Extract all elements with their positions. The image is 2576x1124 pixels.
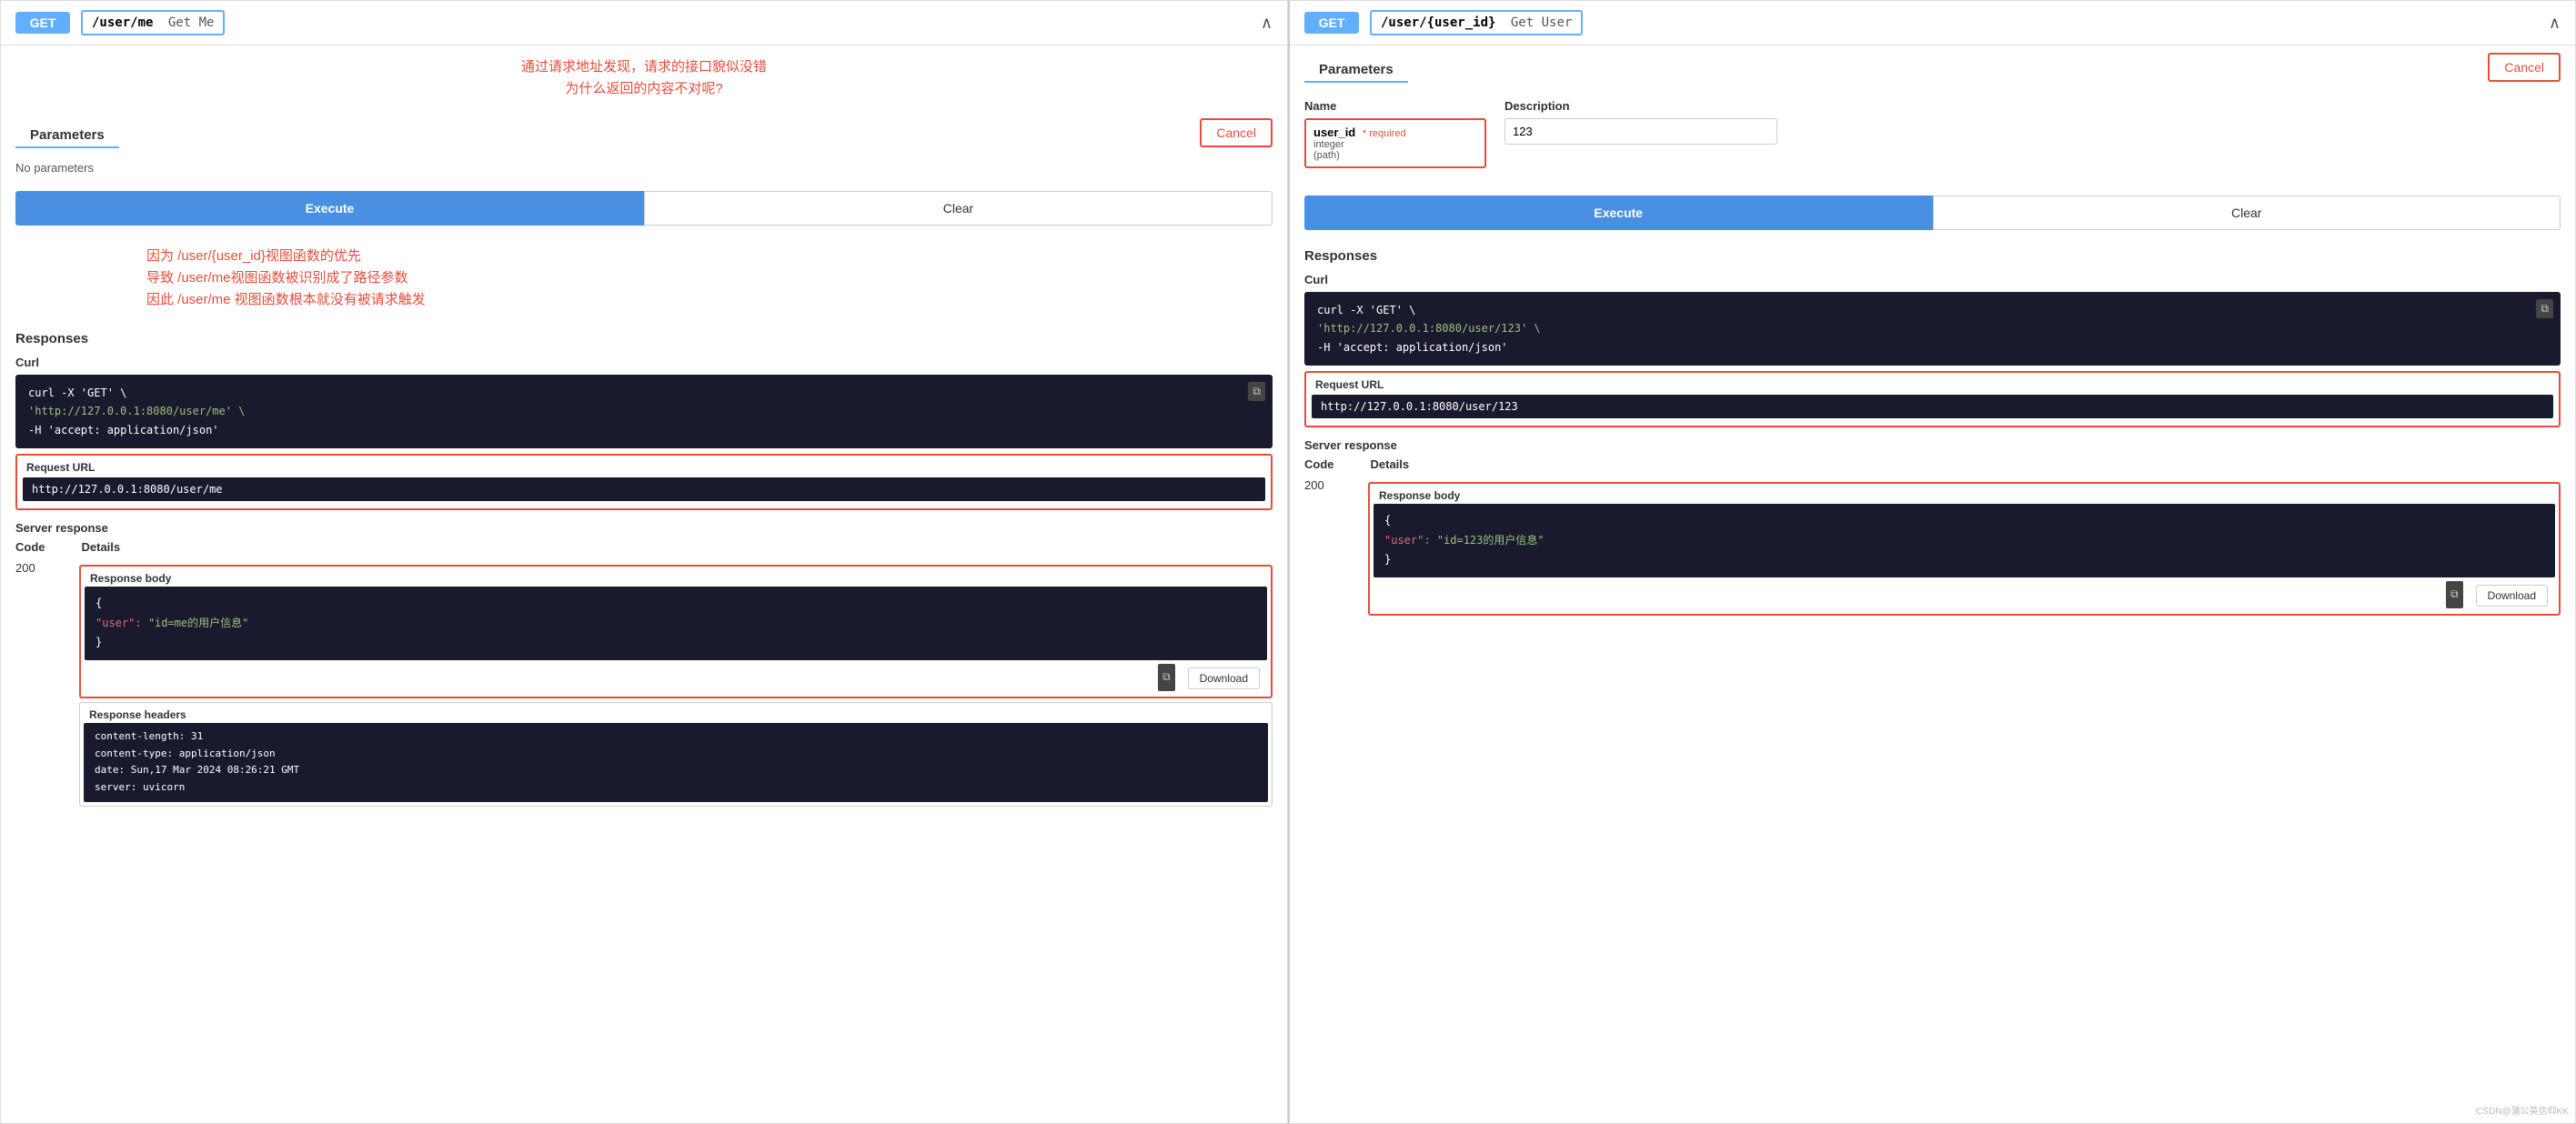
right-path-main: /user/{user_id}	[1381, 15, 1495, 30]
right-param-name-cell: user_id * required integer (path)	[1304, 118, 1486, 168]
left-response-code: 200	[15, 561, 52, 575]
right-request-url-label: Request URL	[1306, 376, 2559, 393]
right-name-col: Name	[1304, 99, 1486, 113]
right-execute-button[interactable]: Execute	[1304, 196, 1933, 230]
right-cancel-button[interactable]: Cancel	[2488, 53, 2561, 82]
right-copy-curl-button[interactable]: ⧉	[2536, 299, 2553, 318]
left-cancel-button[interactable]: Cancel	[1200, 118, 1273, 147]
right-param-input-cell	[1504, 118, 1777, 145]
right-btn-section: Execute Clear	[1290, 196, 2575, 230]
right-request-url-box: Request URL http://127.0.0.1:8080/user/1…	[1304, 371, 2561, 427]
right-panel: GET /user/{user_id} Get User ∧ Parameter…	[1288, 0, 2576, 1124]
right-param-table: Name Description user_id * required inte…	[1304, 88, 2561, 183]
right-response-code: 200	[1304, 478, 1341, 492]
right-response-body-label: Response body	[1374, 487, 2555, 504]
left-endpoint-header: GET /user/me Get Me ∧	[1, 1, 1287, 45]
left-clear-button[interactable]: Clear	[644, 191, 1273, 226]
left-body-action-row: ⧉ Download	[85, 660, 1267, 693]
left-execute-button[interactable]: Execute	[15, 191, 644, 226]
right-param-type: integer	[1313, 139, 1477, 150]
right-param-name-box: user_id * required integer (path)	[1304, 118, 1486, 168]
left-params-row: Parameters Cancel	[1, 111, 1287, 154]
left-collapse-button[interactable]: ∧	[1261, 14, 1273, 33]
right-param-required: * required	[1363, 128, 1406, 139]
right-path-desc: Get User	[1511, 15, 1572, 30]
left-btn-section: Execute Clear	[1, 191, 1287, 226]
left-responses-title: Responses	[1, 322, 1287, 350]
right-param-location: (path)	[1313, 150, 1477, 161]
right-copy-response-button[interactable]: ⧉	[2446, 581, 2463, 608]
right-response-details: Response body { "user": "id=123的用户信息" } …	[1368, 478, 2561, 619]
right-desc-col: Description	[1504, 99, 2561, 113]
left-request-url-box: Request URL http://127.0.0.1:8080/user/m…	[15, 454, 1273, 510]
right-response-table-header: Code Details	[1290, 454, 2575, 475]
left-download-button[interactable]: Download	[1188, 667, 1260, 689]
right-responses-title: Responses	[1290, 239, 2575, 267]
left-annotation-top: 通过请求地址发现，请求的接口貌似没错 为什么返回的内容不对呢?	[1, 45, 1287, 111]
left-method-badge: GET	[15, 12, 70, 34]
left-curl-title: Curl	[1, 350, 1287, 371]
left-response-headers-box: Response headers content-length: 31 cont…	[79, 702, 1273, 807]
right-download-button[interactable]: Download	[2476, 585, 2548, 607]
left-request-url-label: Request URL	[17, 459, 1271, 476]
left-response-body-content: { "user": "id=me的用户信息" }	[85, 587, 1267, 660]
right-btn-row: Execute Clear	[1304, 196, 2561, 230]
left-response-row: 200 Response body { "user": "id=me的用户信息"…	[1, 557, 1287, 814]
left-response-headers-label: Response headers	[84, 707, 1268, 723]
right-user-id-input[interactable]	[1504, 118, 1777, 145]
right-response-body-content: { "user": "id=123的用户信息" }	[1374, 504, 2555, 577]
left-params-section: No parameters	[1, 154, 1287, 178]
right-params-row: Parameters Cancel	[1290, 45, 2575, 88]
right-endpoint-header: GET /user/{user_id} Get User ∧	[1290, 1, 2575, 45]
right-response-row: 200 Response body { "user": "id=123的用户信息…	[1290, 475, 2575, 623]
right-body-action-row: ⧉ Download	[1374, 577, 2555, 610]
left-response-table-header: Code Details	[1, 537, 1287, 557]
left-copy-curl-button[interactable]: ⧉	[1248, 382, 1265, 401]
left-btn-row: Execute Clear	[15, 191, 1273, 226]
left-panel: GET /user/me Get Me ∧ 通过请求地址发现，请求的接口貌似没错…	[0, 0, 1288, 1124]
right-curl-title: Curl	[1290, 267, 2575, 288]
left-path-main: /user/me	[92, 15, 153, 30]
right-param-row: user_id * required integer (path)	[1304, 118, 2561, 168]
right-response-body-box: Response body { "user": "id=123的用户信息" } …	[1368, 482, 2561, 616]
right-curl-block: curl -X 'GET' \ 'http://127.0.0.1:8080/u…	[1304, 292, 2561, 366]
left-response-body-label: Response body	[85, 570, 1267, 587]
left-copy-response-button[interactable]: ⧉	[1158, 664, 1175, 691]
right-clear-button[interactable]: Clear	[1933, 196, 2561, 230]
left-path-desc: Get Me	[168, 15, 215, 30]
right-param-table-header: Name Description	[1304, 95, 2561, 118]
right-param-name: user_id	[1313, 125, 1355, 139]
left-request-url-value: http://127.0.0.1:8080/user/me	[23, 477, 1265, 501]
left-curl-block: curl -X 'GET' \ 'http://127.0.0.1:8080/u…	[15, 375, 1273, 448]
right-method-badge: GET	[1304, 12, 1359, 34]
right-params-section: Name Description user_id * required inte…	[1290, 88, 2575, 183]
right-params-title: Parameters	[1304, 51, 1408, 83]
right-endpoint-path: /user/{user_id} Get User	[1370, 10, 1583, 35]
left-server-response-label: Server response	[1, 516, 1287, 537]
right-collapse-button[interactable]: ∧	[2549, 14, 2561, 33]
right-request-url-value: http://127.0.0.1:8080/user/123	[1312, 395, 2553, 418]
left-endpoint-path: /user/me Get Me	[81, 10, 225, 35]
left-response-headers-content: content-length: 31 content-type: applica…	[84, 723, 1268, 802]
left-params-title: Parameters	[15, 116, 119, 148]
left-no-params: No parameters	[15, 154, 1273, 178]
right-server-response-label: Server response	[1290, 433, 2575, 454]
watermark: CSDN@蒲公英信仰KK	[2476, 1103, 2569, 1117]
left-response-details: Response body { "user": "id=me的用户信息" } ⧉…	[79, 561, 1273, 810]
left-annotation-middle: 因为 /user/{user_id}视图函数的优先 导致 /user/me视图函…	[1, 235, 1287, 322]
left-response-body-box: Response body { "user": "id=me的用户信息" } ⧉…	[79, 565, 1273, 698]
